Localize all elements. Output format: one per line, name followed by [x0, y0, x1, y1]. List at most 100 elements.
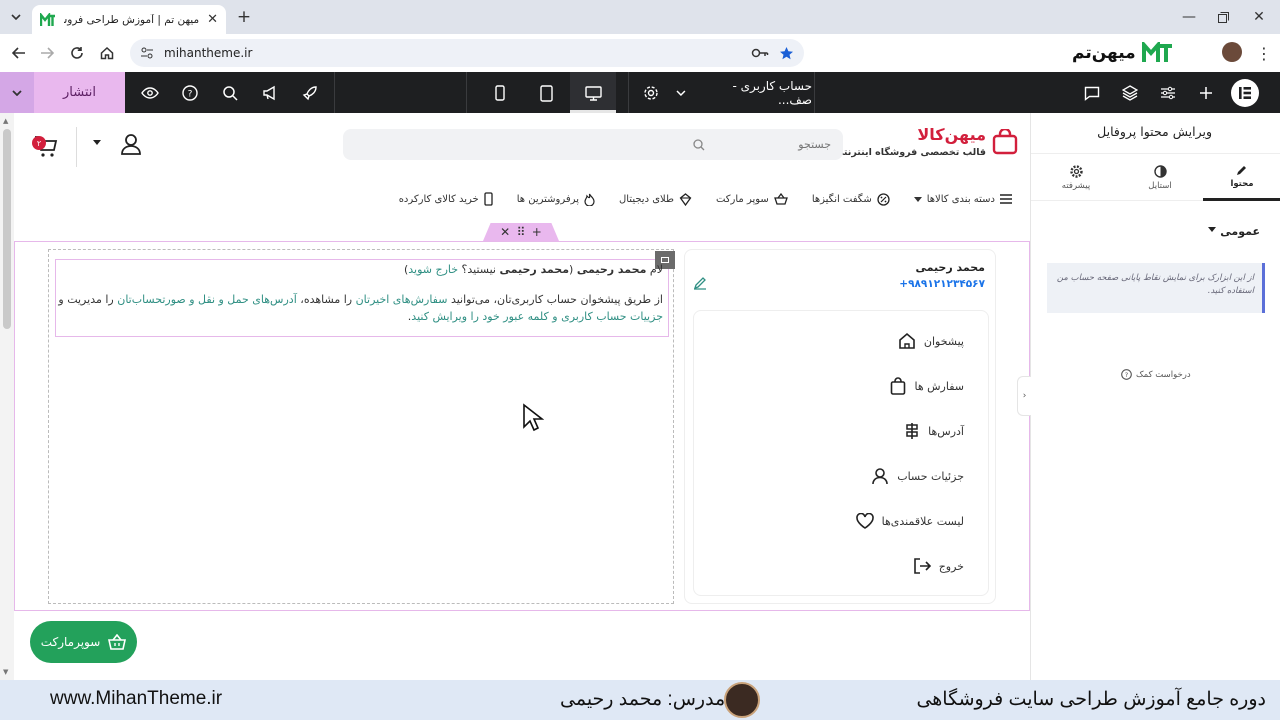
- account-menu-logout[interactable]: خروج: [913, 554, 964, 578]
- cart-count-badge: ۲: [32, 136, 46, 150]
- caret-down-icon: [1208, 227, 1217, 232]
- recent-orders-link[interactable]: سفارش‌های اخیرتان: [356, 293, 448, 306]
- add-element-plus-icon[interactable]: [1194, 81, 1218, 105]
- account-menu-label: سفارش ها: [914, 379, 964, 393]
- account-menu-label: خروج: [938, 559, 964, 573]
- nav-item-digital-gold[interactable]: طلای دیجیتال: [619, 192, 692, 206]
- menu-icon: [1000, 194, 1012, 204]
- nav-item-categories[interactable]: دسته بندی کالاها: [913, 194, 1012, 205]
- elementor-logo-icon[interactable]: [1231, 79, 1259, 107]
- account-menu-account-details[interactable]: جزئیات حساب: [871, 464, 964, 488]
- help-icon[interactable]: ?: [178, 81, 202, 105]
- maximize-icon[interactable]: [1212, 6, 1234, 28]
- launch-rocket-icon[interactable]: [298, 81, 322, 105]
- gear-icon: [1069, 164, 1083, 178]
- signpost-icon: [906, 423, 918, 439]
- tab-advanced[interactable]: پیشرفته: [1037, 154, 1115, 201]
- account-dashboard-widget: لام محمد رحیمی (محمد رحیمی نیستید؟ خارج …: [48, 249, 675, 604]
- general-section-toggle[interactable]: عمومی: [1208, 225, 1260, 238]
- extension-brand-text: میهن‌تم: [1072, 43, 1136, 63]
- bookmark-star-icon[interactable]: [779, 46, 794, 61]
- tab-close-icon[interactable]: ✕: [207, 12, 218, 27]
- user-menu-caret-icon[interactable]: [92, 139, 102, 146]
- document-name-dropdown[interactable]: حساب کاربری - صف...: [676, 72, 812, 113]
- browser-toolbar: mihantheme.ir میهن‌تم ⋮: [0, 34, 1280, 72]
- preview-eye-icon[interactable]: [138, 81, 162, 105]
- home-icon[interactable]: [96, 42, 118, 64]
- notes-chat-icon[interactable]: [1080, 81, 1104, 105]
- svg-text:?: ?: [1125, 371, 1128, 379]
- user-account-icon[interactable]: [120, 133, 142, 155]
- banner-teacher: مدرس: محمد رحیمی: [560, 689, 726, 710]
- notifications-megaphone-icon[interactable]: [258, 81, 282, 105]
- site-logo-tagline: قالب تخصصی فروشگاه اینترنتی: [834, 147, 986, 158]
- nav-item-used-goods[interactable]: خرید کالای کارکرده: [399, 192, 493, 206]
- search-icon[interactable]: [218, 81, 242, 105]
- browser-menu-icon[interactable]: ⋮: [1254, 42, 1274, 64]
- back-icon[interactable]: [8, 42, 30, 64]
- site-settings-sliders-icon[interactable]: [1156, 81, 1180, 105]
- widget-info-note: از این ابزارک برای نمایش نقاط پایانی صفح…: [1047, 263, 1265, 313]
- profile-name: محمد رحیمی: [915, 261, 985, 274]
- section-handle[interactable]: ✕ ⠿ +: [483, 223, 559, 241]
- page-settings-gear-icon[interactable]: [639, 81, 663, 105]
- address-bar[interactable]: mihantheme.ir: [130, 39, 804, 67]
- account-menu-label: پیشخوان: [923, 334, 964, 348]
- tab-search-chevron-icon[interactable]: [6, 7, 26, 27]
- account-menu-wishlist[interactable]: لیست علاقمندی‌ها: [855, 509, 964, 533]
- tab-content[interactable]: محتوا: [1203, 154, 1280, 201]
- mobile-view-icon[interactable]: [488, 81, 512, 105]
- supermarket-floating-button[interactable]: سوپرمارکت: [30, 621, 137, 663]
- addresses-link[interactable]: آدرس‌های حمل و نقل و صورتحساب‌تان: [117, 293, 297, 306]
- forward-icon[interactable]: [36, 42, 58, 64]
- publish-button[interactable]: انتشار: [34, 72, 125, 113]
- panel-tabs: محتوا استایل پیشرفته: [1031, 153, 1280, 201]
- browser-profile-avatar[interactable]: [1222, 42, 1242, 62]
- section-drag-icon[interactable]: ⠿: [517, 225, 526, 239]
- profile-card: محمد رحیمی +۹۸۹۱۲۱۲۳۴۵۶۷ پیشخوان سفارش ه…: [684, 249, 996, 604]
- edit-profile-pencil-icon[interactable]: [693, 276, 707, 290]
- account-details-link[interactable]: جزییات حساب کاربری و کلمه عبور خود را وی…: [411, 310, 663, 323]
- mihantheme-extension[interactable]: میهن‌تم: [1072, 40, 1174, 66]
- nav-item-label: پرفروشترین ها: [516, 193, 579, 205]
- account-menu-label: لیست علاقمندی‌ها: [881, 514, 964, 528]
- panel-collapse-chevron-icon[interactable]: ›: [1017, 376, 1031, 416]
- logout-link[interactable]: خارج شوید: [408, 263, 458, 276]
- account-menu-orders[interactable]: سفارش ها: [890, 374, 964, 398]
- close-window-icon[interactable]: ✕: [1248, 6, 1270, 28]
- tab-label: استایل: [1148, 180, 1172, 191]
- nav-item-label: خرید کالای کارکرده: [398, 193, 479, 205]
- url-text[interactable]: mihantheme.ir: [164, 46, 741, 60]
- nav-item-supermarket[interactable]: سوپر مارکت: [716, 193, 788, 205]
- account-menu-addresses[interactable]: آدرس‌ها: [904, 419, 964, 443]
- minimize-icon[interactable]: —: [1178, 6, 1200, 28]
- widget-settings-panel: ویرایش محتوا پروفایل محتوا استایل پیشرفت…: [1017, 113, 1280, 680]
- profile-phone: +۹۸۹۱۲۱۲۳۴۵۶۷: [899, 278, 985, 290]
- site-search-input[interactable]: [711, 138, 831, 151]
- nav-item-best-sellers[interactable]: پرفروشترین ها: [517, 193, 595, 206]
- supermarket-button-label: سوپرمارکت: [40, 635, 101, 649]
- section-add-icon[interactable]: +: [532, 225, 542, 239]
- reload-icon[interactable]: [66, 42, 88, 64]
- tablet-view-icon[interactable]: [534, 81, 558, 105]
- account-menu-dashboard[interactable]: پیشخوان: [898, 329, 964, 353]
- basket-icon: [108, 634, 127, 650]
- site-logo[interactable]: میهن‌کالا قالب تخصصی فروشگاه اینترنتی: [834, 121, 1020, 165]
- help-request-link[interactable]: درخواست کمک ?: [1121, 369, 1191, 380]
- structure-layers-icon[interactable]: [1118, 81, 1142, 105]
- new-tab-icon[interactable]: +: [234, 7, 254, 27]
- tab-style[interactable]: استایل: [1121, 154, 1199, 201]
- password-key-icon[interactable]: [751, 47, 769, 59]
- publish-options-chevron-icon[interactable]: [0, 72, 34, 113]
- chevron-down-icon: [676, 89, 686, 96]
- account-menu: پیشخوان سفارش ها آدرس‌ها جزئیات حساب لیس…: [693, 310, 989, 596]
- nav-item-amazing-offers[interactable]: شگفت انگیزها: [812, 192, 890, 206]
- tab-label: محتوا: [1230, 178, 1254, 189]
- desktop-view-icon[interactable]: [581, 81, 605, 105]
- site-info-icon[interactable]: [140, 46, 154, 60]
- scrollbar-thumb[interactable]: [3, 129, 11, 329]
- canvas-scrollbar[interactable]: ▲ ▼: [0, 113, 14, 680]
- section-delete-icon[interactable]: ✕: [500, 225, 510, 239]
- site-search[interactable]: [343, 129, 843, 160]
- browser-tab[interactable]: میهن تم | آموزش طراحی فروشگاه ✕: [32, 5, 226, 34]
